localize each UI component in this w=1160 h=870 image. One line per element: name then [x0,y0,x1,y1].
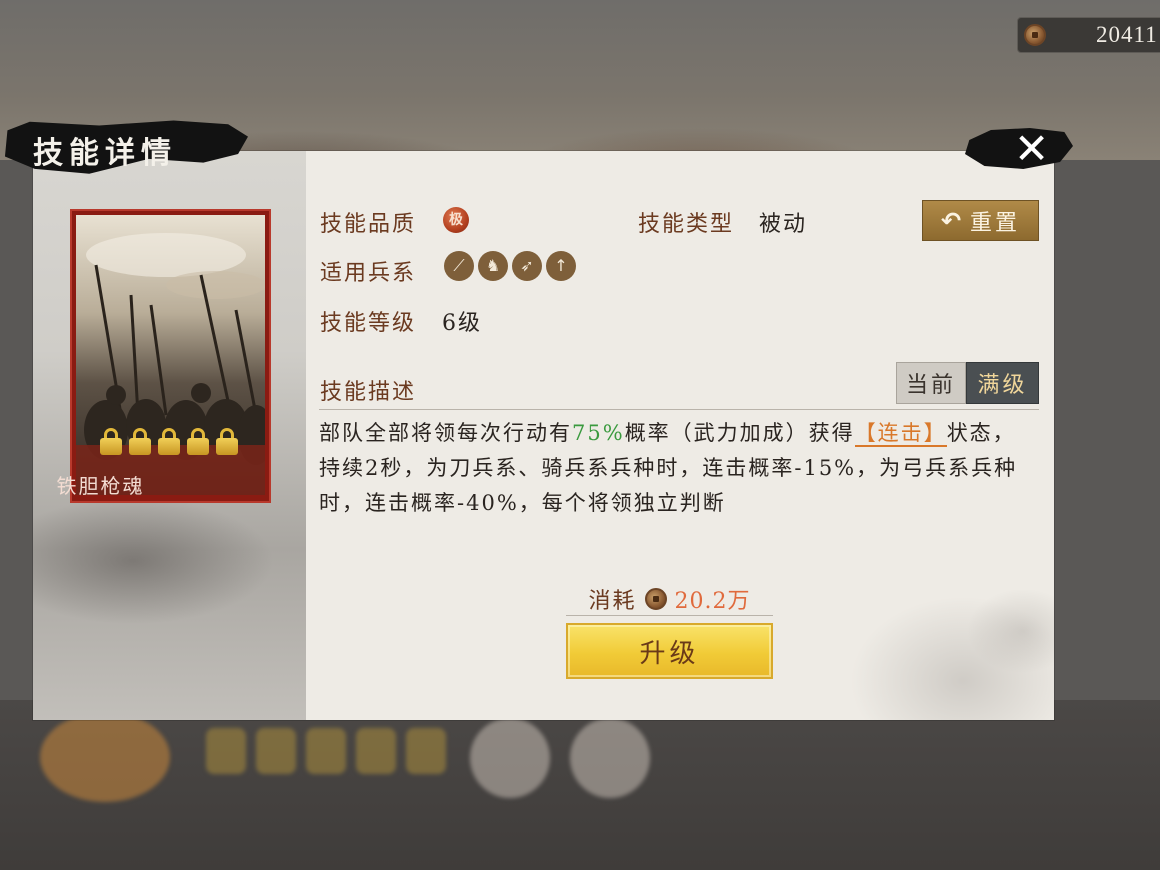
tab-current[interactable]: 当前 [896,362,966,404]
type-label: 技能类型 [638,212,735,237]
reset-button-label: 重置 [970,210,1021,236]
skill-card [70,209,271,503]
description-text: 概率（武力加成）获得 [624,421,855,445]
background-slot [256,728,296,774]
background-portrait [40,712,170,802]
lock-icon [99,428,123,456]
description-label: 技能描述 [320,380,417,405]
currency-value: 20411 [1096,22,1158,47]
skill-description: 部队全部将领每次行动有75%概率（武力加成）获得【连击】状态，持续2秒，为刀兵系… [319,416,1019,521]
cost-divider [566,615,773,616]
cost-label: 消耗 [588,589,637,614]
skill-name: 铁胆枪魂 [56,474,145,498]
spear-icon: ↑ [546,251,576,281]
lock-icon [157,428,181,456]
description-text: 部队全部将领每次行动有 [319,421,572,445]
background-slot [206,728,246,774]
lock-icon [128,428,152,456]
upgrade-button[interactable]: 升级 [566,623,773,679]
background-slot [356,728,396,774]
undo-arrow-icon: ↶ [940,206,965,235]
background-token [470,718,550,798]
cost-value: 20.2万 [674,589,751,614]
copper-coin-icon [1024,24,1046,46]
background-slot [406,728,446,774]
reset-button[interactable]: ↶ 重置 [922,200,1039,241]
description-highlight-percent: 75% [572,421,625,445]
description-divider [319,409,1039,410]
tab-max-level[interactable]: 满级 [966,362,1039,404]
currency-display: 20411 [1017,17,1160,53]
copper-coin-icon [644,588,667,610]
dialog-title: 技能详情 [33,136,177,171]
horse-icon: ♞ [478,251,508,281]
background-slot [306,728,346,774]
bow-icon: ➶ [512,251,542,281]
quality-badge: 极 [443,207,469,233]
troop-icons: ⟋ ♞ ➶ ↑ [444,251,576,281]
status-link[interactable]: 【连击】 [854,421,947,447]
upgrade-cost: 消耗 20.2万 [566,584,773,614]
level-value: 6级 [442,311,482,336]
lock-icon [186,428,210,456]
close-icon[interactable]: ✕ [1014,124,1049,173]
skill-lock-row [99,428,239,456]
blade-icon: ⟋ [444,251,474,281]
troops-label: 适用兵系 [320,261,417,286]
background-token [570,718,650,798]
type-value: 被动 [759,212,808,237]
lock-icon [215,428,239,456]
quality-label: 技能品质 [320,212,417,237]
level-label: 技能等级 [320,311,417,336]
